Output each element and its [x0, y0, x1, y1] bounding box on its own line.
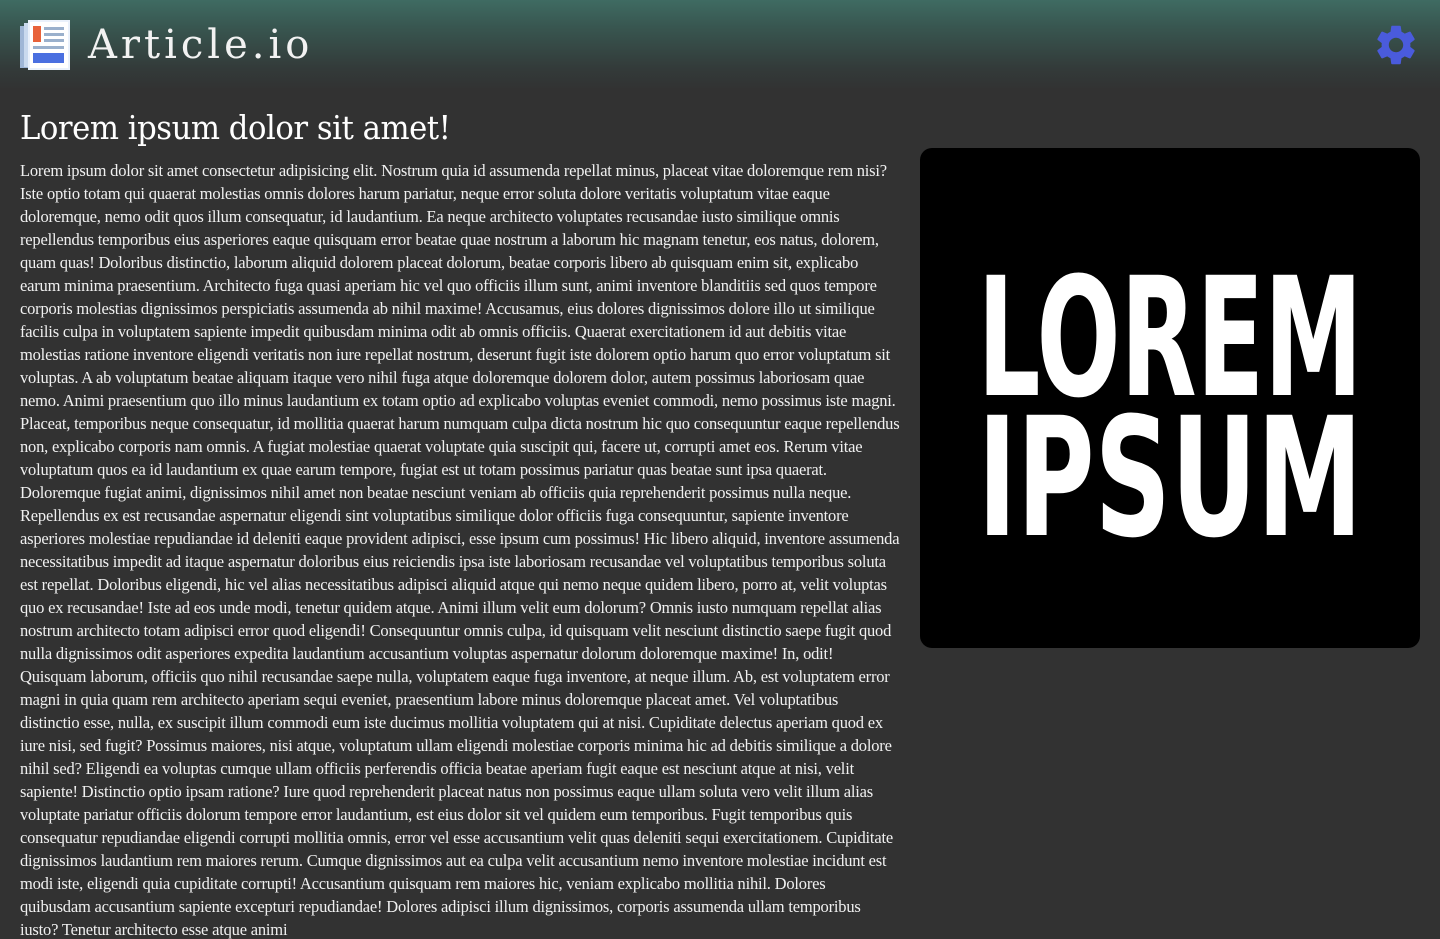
app-title: Article.io [88, 22, 314, 68]
hero-graphic: LOREM IPSUM [978, 242, 1363, 574]
brand[interactable]: Article.io [20, 20, 313, 70]
hero-image: LOREM IPSUM [920, 148, 1420, 648]
gear-icon[interactable] [1372, 21, 1420, 69]
hero-line-2: IPSUM [978, 382, 1363, 574]
article-body: Lorem ipsum dolor sit amet consectetur a… [20, 161, 900, 939]
app-header: Article.io [0, 0, 1440, 90]
newspaper-icon [20, 20, 70, 70]
article-title: Lorem ipsum dolor sit amet! [20, 108, 451, 147]
article: Lorem ipsum dolor sit amet! Lorem ipsum … [20, 105, 900, 939]
